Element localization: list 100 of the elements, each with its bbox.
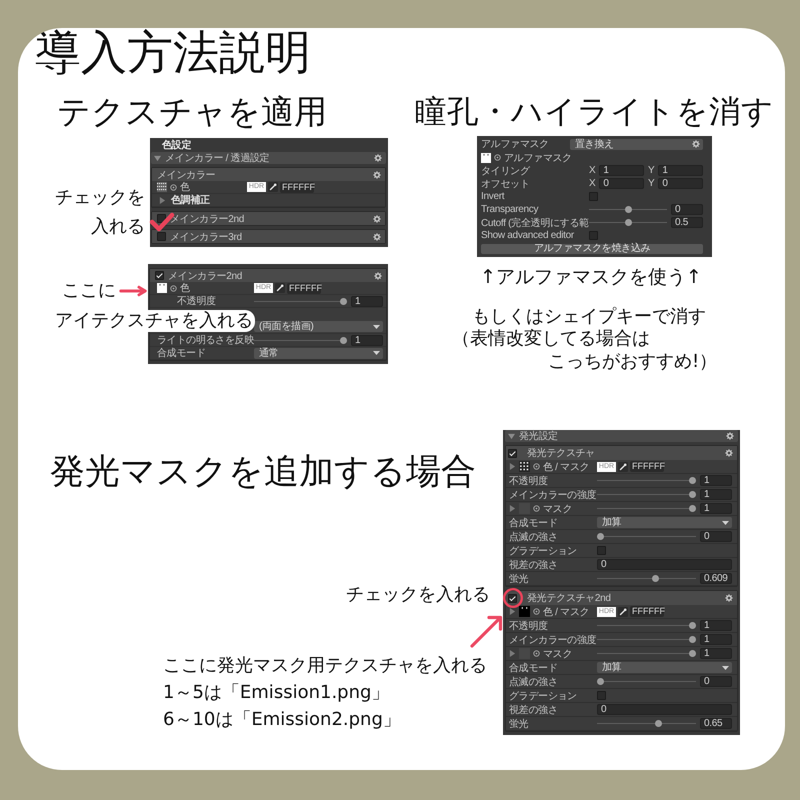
number-field[interactable]: 1 — [700, 634, 732, 645]
dropdown[interactable]: (両面を描画) — [254, 321, 383, 332]
slider-thumb[interactable] — [689, 636, 696, 643]
checkbox[interactable] — [589, 192, 598, 201]
number-field[interactable]: 1 — [351, 296, 383, 306]
settings-icon[interactable] — [692, 140, 700, 148]
number-field[interactable]: 1 — [658, 165, 703, 176]
slider-thumb[interactable] — [597, 533, 604, 540]
eyedropper-icon[interactable] — [275, 283, 285, 293]
target-icon[interactable] — [494, 154, 501, 161]
thumbnail-icon[interactable] — [157, 182, 167, 192]
number-field[interactable]: 0 — [671, 204, 703, 215]
number-field[interactable]: 1 — [700, 620, 732, 631]
slider-thumb[interactable] — [689, 505, 696, 512]
dropdown[interactable]: 通常 — [254, 348, 383, 358]
number-field[interactable]: 0 — [599, 178, 644, 189]
eyedropper-icon[interactable] — [618, 462, 628, 472]
number-field[interactable]: 0.65 — [700, 718, 732, 729]
hex-field[interactable]: FFFFFF — [287, 282, 321, 294]
number-field[interactable]: 1 — [700, 489, 732, 500]
slider-thumb[interactable] — [624, 219, 632, 226]
header-bar[interactable]: メインカラー3rd — [152, 230, 385, 243]
settings-icon[interactable] — [726, 432, 734, 440]
slider-track[interactable] — [597, 636, 696, 643]
slider-track[interactable] — [254, 298, 347, 304]
number-field[interactable]: 0.609 — [700, 573, 732, 584]
thumbnail-icon[interactable] — [157, 283, 167, 293]
disclosure-triangle-icon[interactable] — [509, 463, 516, 470]
disclosure-triangle-icon[interactable] — [509, 650, 516, 657]
input-field[interactable]: 0 — [597, 559, 732, 570]
settings-icon[interactable] — [725, 594, 733, 602]
slider-thumb[interactable] — [597, 678, 604, 685]
checkbox[interactable] — [597, 546, 606, 555]
settings-icon[interactable] — [725, 449, 733, 457]
settings-icon[interactable] — [374, 154, 382, 162]
number-field[interactable]: 0.5 — [671, 217, 703, 228]
header-bar[interactable]: 発光テクスチャ — [506, 446, 737, 460]
slider-thumb[interactable] — [624, 206, 632, 213]
caret-icon[interactable] — [722, 520, 729, 524]
caret-icon[interactable] — [373, 324, 380, 328]
header-bar[interactable]: メインカラー2nd — [150, 269, 386, 282]
checkbox[interactable] — [589, 231, 598, 240]
slider-thumb[interactable] — [689, 650, 696, 657]
slider-thumb[interactable] — [340, 298, 347, 304]
number-field[interactable]: 1 — [599, 165, 644, 176]
disclosure-triangle-icon[interactable] — [154, 154, 161, 162]
target-icon[interactable] — [533, 463, 540, 470]
thumbnail-icon[interactable] — [481, 152, 491, 162]
dropdown[interactable]: 加算 — [597, 517, 732, 528]
caret-icon[interactable] — [722, 666, 729, 670]
hex-field[interactable]: FFFFFF — [630, 461, 664, 472]
slider-thumb[interactable] — [689, 491, 696, 498]
slider-thumb[interactable] — [689, 477, 696, 484]
caret-icon[interactable] — [373, 351, 380, 355]
target-icon[interactable] — [170, 184, 177, 190]
thumbnail-icon[interactable] — [519, 461, 530, 472]
dropdown[interactable]: 置き換え — [570, 138, 703, 150]
hex-field[interactable]: FFFFFF — [280, 182, 314, 192]
number-field[interactable]: 0 — [700, 531, 732, 542]
slider-thumb[interactable] — [340, 336, 347, 344]
slider-track[interactable] — [597, 650, 696, 657]
settings-icon[interactable] — [373, 170, 381, 178]
disclosure-triangle-icon[interactable] — [508, 432, 515, 440]
checkbox[interactable] — [508, 448, 517, 458]
header-bar[interactable]: メインカラー — [152, 168, 385, 181]
slider-track[interactable] — [597, 622, 696, 629]
target-icon[interactable] — [533, 608, 540, 615]
slider-thumb[interactable] — [652, 575, 660, 582]
checkbox[interactable] — [155, 271, 164, 280]
target-icon[interactable] — [170, 284, 177, 292]
header-bar[interactable]: メインカラー2nd — [152, 212, 385, 225]
slider-track[interactable] — [597, 491, 696, 498]
disclosure-triangle-icon[interactable] — [159, 196, 166, 204]
target-icon[interactable] — [533, 505, 540, 512]
number-field[interactable]: 1 — [700, 475, 732, 486]
settings-icon[interactable] — [373, 232, 381, 240]
eyedropper-icon[interactable] — [618, 606, 628, 616]
hex-field[interactable]: FFFFFF — [630, 606, 664, 617]
target-icon[interactable] — [533, 650, 540, 657]
settings-icon[interactable] — [373, 214, 381, 222]
slider-thumb[interactable] — [654, 720, 662, 727]
number-field[interactable]: 0 — [658, 178, 703, 189]
panel-button[interactable]: アルファマスクを焼き込み — [481, 244, 703, 254]
thumbnail-icon[interactable] — [519, 606, 530, 617]
number-field[interactable]: 1 — [351, 334, 383, 346]
checkbox[interactable] — [597, 691, 606, 700]
disclosure-triangle-icon[interactable] — [509, 608, 516, 615]
header-bar[interactable]: 発光テクスチャ2nd — [506, 591, 737, 605]
disclosure-triangle-icon[interactable] — [509, 505, 516, 512]
slider-thumb[interactable] — [689, 622, 696, 629]
eyedropper-icon[interactable] — [268, 182, 278, 192]
checkbox[interactable] — [508, 594, 517, 602]
number-field[interactable]: 0 — [700, 676, 732, 687]
slider-track[interactable] — [597, 505, 696, 512]
header-bar[interactable]: メインカラー / 透過設定 — [151, 152, 386, 164]
number-field[interactable]: 1 — [700, 648, 732, 659]
number-field[interactable]: 1 — [700, 503, 732, 514]
slider-track[interactable] — [597, 678, 696, 685]
header-bar[interactable]: 発光設定 — [505, 430, 738, 442]
slider-track[interactable] — [597, 477, 696, 484]
